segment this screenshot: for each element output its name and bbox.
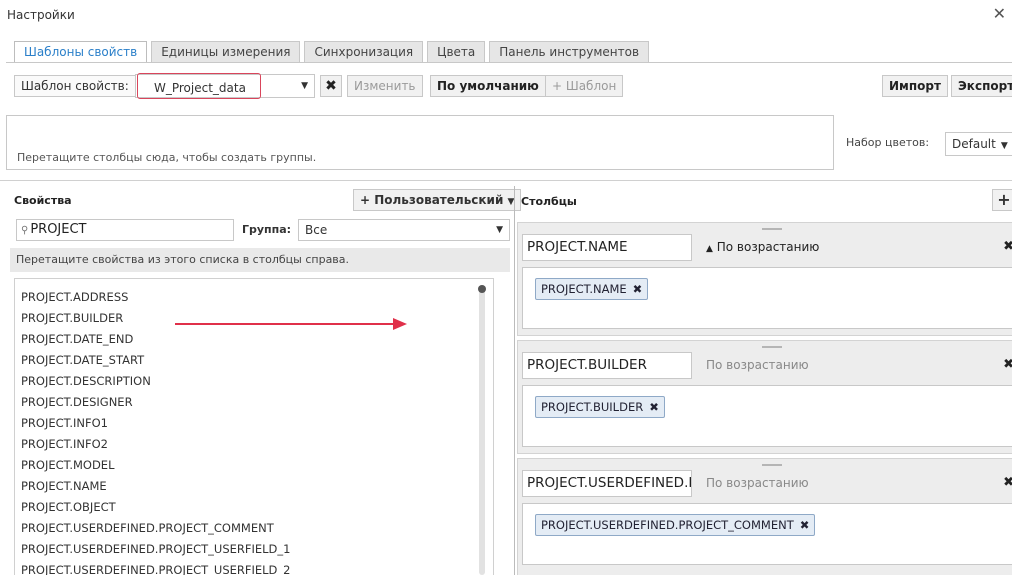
close-icon[interactable]: ✕: [993, 4, 1006, 23]
chip-label: PROJECT.BUILDER: [541, 400, 644, 414]
remove-column-icon[interactable]: ✖: [1003, 475, 1012, 490]
palette-select[interactable]: Default ▼: [945, 132, 1012, 156]
tab-property-templates[interactable]: Шаблоны свойств: [14, 41, 148, 63]
property-search-input[interactable]: ⚲ PROJECT: [16, 219, 234, 241]
custom-property-label: + Пользовательский: [360, 193, 504, 207]
template-select-value: W_Project_data: [154, 81, 246, 95]
section-divider: [0, 180, 1012, 181]
palette-label: Набор цветов:: [846, 136, 930, 149]
delete-template-button[interactable]: ✖: [320, 75, 342, 97]
list-item[interactable]: PROJECT.DATE_START: [15, 350, 493, 371]
drag-handle[interactable]: [762, 346, 782, 348]
sort-label: По возрастанию: [716, 240, 820, 254]
list-item[interactable]: PROJECT.NAME: [15, 476, 493, 497]
sort-ascending-icon: ▲: [706, 244, 713, 254]
list-item[interactable]: PROJECT.ADDRESS: [15, 287, 493, 308]
column-drop-area[interactable]: PROJECT.NAME ✖: [522, 267, 1012, 329]
list-item[interactable]: PROJECT.DESIGNER: [15, 392, 493, 413]
column-card[interactable]: PROJECT.NAME ▲ По возрастанию ✖ PROJECT.…: [517, 222, 1012, 336]
column-card[interactable]: PROJECT.USERDEFINED.PROJECT_COMMENT По в…: [517, 458, 1012, 575]
window-title: Настройки: [7, 8, 75, 22]
import-button[interactable]: Импорт: [882, 75, 948, 97]
edit-template-button[interactable]: Изменить: [347, 75, 423, 97]
palette-select-value: Default: [952, 137, 996, 151]
group-label: Группа:: [242, 223, 292, 236]
tab-bar: Шаблоны свойств Единицы измерения Синхро…: [14, 41, 650, 63]
list-item[interactable]: PROJECT.MODEL: [15, 455, 493, 476]
property-list-scrollbar[interactable]: [478, 285, 486, 575]
group-select[interactable]: Все ▼: [298, 219, 510, 241]
tab-colors[interactable]: Цвета: [427, 41, 486, 63]
search-icon: ⚲: [21, 225, 29, 236]
property-chip[interactable]: PROJECT.NAME ✖: [535, 278, 649, 300]
group-drop-hint: Перетащите столбцы сюда, чтобы создать г…: [17, 151, 317, 164]
arrow-right-icon: [175, 318, 407, 330]
drag-handle[interactable]: [762, 464, 782, 466]
list-item[interactable]: PROJECT.INFO1: [15, 413, 493, 434]
list-item[interactable]: PROJECT.DESCRIPTION: [15, 371, 493, 392]
title-bar: Настройки ✕: [0, 0, 1012, 30]
sort-toggle[interactable]: По возрастанию: [706, 358, 809, 372]
column-name-field[interactable]: PROJECT.USERDEFINED.PROJECT_COMMENT: [522, 470, 692, 497]
default-template-button[interactable]: По умолчанию: [430, 75, 546, 97]
scroll-thumb[interactable]: [478, 285, 486, 293]
chip-label: PROJECT.USERDEFINED.PROJECT_COMMENT: [541, 518, 794, 532]
property-search-value: PROJECT: [30, 222, 87, 237]
property-chip[interactable]: PROJECT.USERDEFINED.PROJECT_COMMENT ✖: [535, 514, 816, 536]
property-chip[interactable]: PROJECT.BUILDER ✖: [535, 396, 665, 418]
columns-panel: Столбцы + PROJECT.NAME ▲ По возрастанию …: [517, 186, 1012, 575]
chevron-down-icon: ▼: [301, 81, 308, 91]
drag-hint: Перетащите свойства из этого списка в ст…: [10, 248, 510, 272]
column-card[interactable]: PROJECT.BUILDER По возрастанию ✖ PROJECT…: [517, 340, 1012, 454]
tab-toolbar[interactable]: Панель инструментов: [489, 41, 650, 63]
template-select[interactable]: W_Project_data ▼: [135, 73, 315, 99]
close-icon[interactable]: ✖: [629, 282, 643, 296]
column-drop-area[interactable]: PROJECT.USERDEFINED.PROJECT_COMMENT ✖: [522, 503, 1012, 565]
chip-label: PROJECT.NAME: [541, 282, 627, 296]
custom-property-button[interactable]: + Пользовательский ▼: [353, 189, 522, 211]
template-label: Шаблон свойств:: [14, 75, 136, 97]
chevron-down-icon: ▼: [496, 225, 503, 235]
group-drop-area[interactable]: Перетащите столбцы сюда, чтобы создать г…: [6, 115, 834, 170]
group-select-value: Все: [305, 223, 328, 237]
properties-header: Свойства: [14, 194, 72, 207]
new-template-button[interactable]: + Шаблон: [545, 75, 624, 97]
list-item[interactable]: PROJECT.INFO2: [15, 434, 493, 455]
properties-panel: Свойства + Пользовательский ▼ ⚲ PROJECT Г…: [6, 186, 522, 575]
list-item[interactable]: PROJECT.DATE_END: [15, 329, 493, 350]
template-toolbar: Шаблон свойств: W_Project_data ▼ ✖ Измен…: [0, 72, 1012, 102]
list-item[interactable]: PROJECT.USERDEFINED.PROJECT_USERFIELD_2: [15, 560, 493, 575]
column-name-field[interactable]: PROJECT.NAME: [522, 234, 692, 261]
tab-sync[interactable]: Синхронизация: [304, 41, 424, 63]
remove-column-icon[interactable]: ✖: [1003, 239, 1012, 254]
list-item[interactable]: PROJECT.USERDEFINED.PROJECT_USERFIELD_1: [15, 539, 493, 560]
list-item[interactable]: PROJECT.OBJECT: [15, 497, 493, 518]
column-name-field[interactable]: PROJECT.BUILDER: [522, 352, 692, 379]
list-item[interactable]: PROJECT.USERDEFINED.PROJECT_COMMENT: [15, 518, 493, 539]
export-button[interactable]: Экспорт: [951, 75, 1012, 97]
chevron-down-icon: ▼: [1000, 141, 1008, 151]
panel-divider[interactable]: [514, 186, 515, 575]
close-icon[interactable]: ✖: [796, 518, 810, 532]
add-column-button[interactable]: +: [992, 189, 1012, 211]
sort-toggle[interactable]: ▲ По возрастанию: [706, 240, 819, 254]
remove-column-icon[interactable]: ✖: [1003, 357, 1012, 372]
close-icon[interactable]: ✖: [645, 400, 659, 414]
tab-divider: [6, 62, 1012, 63]
column-drop-area[interactable]: PROJECT.BUILDER ✖: [522, 385, 1012, 447]
columns-header: Столбцы: [521, 195, 577, 208]
sort-toggle[interactable]: По возрастанию: [706, 476, 809, 490]
tab-units[interactable]: Единицы измерения: [151, 41, 301, 63]
drag-handle[interactable]: [762, 228, 782, 230]
